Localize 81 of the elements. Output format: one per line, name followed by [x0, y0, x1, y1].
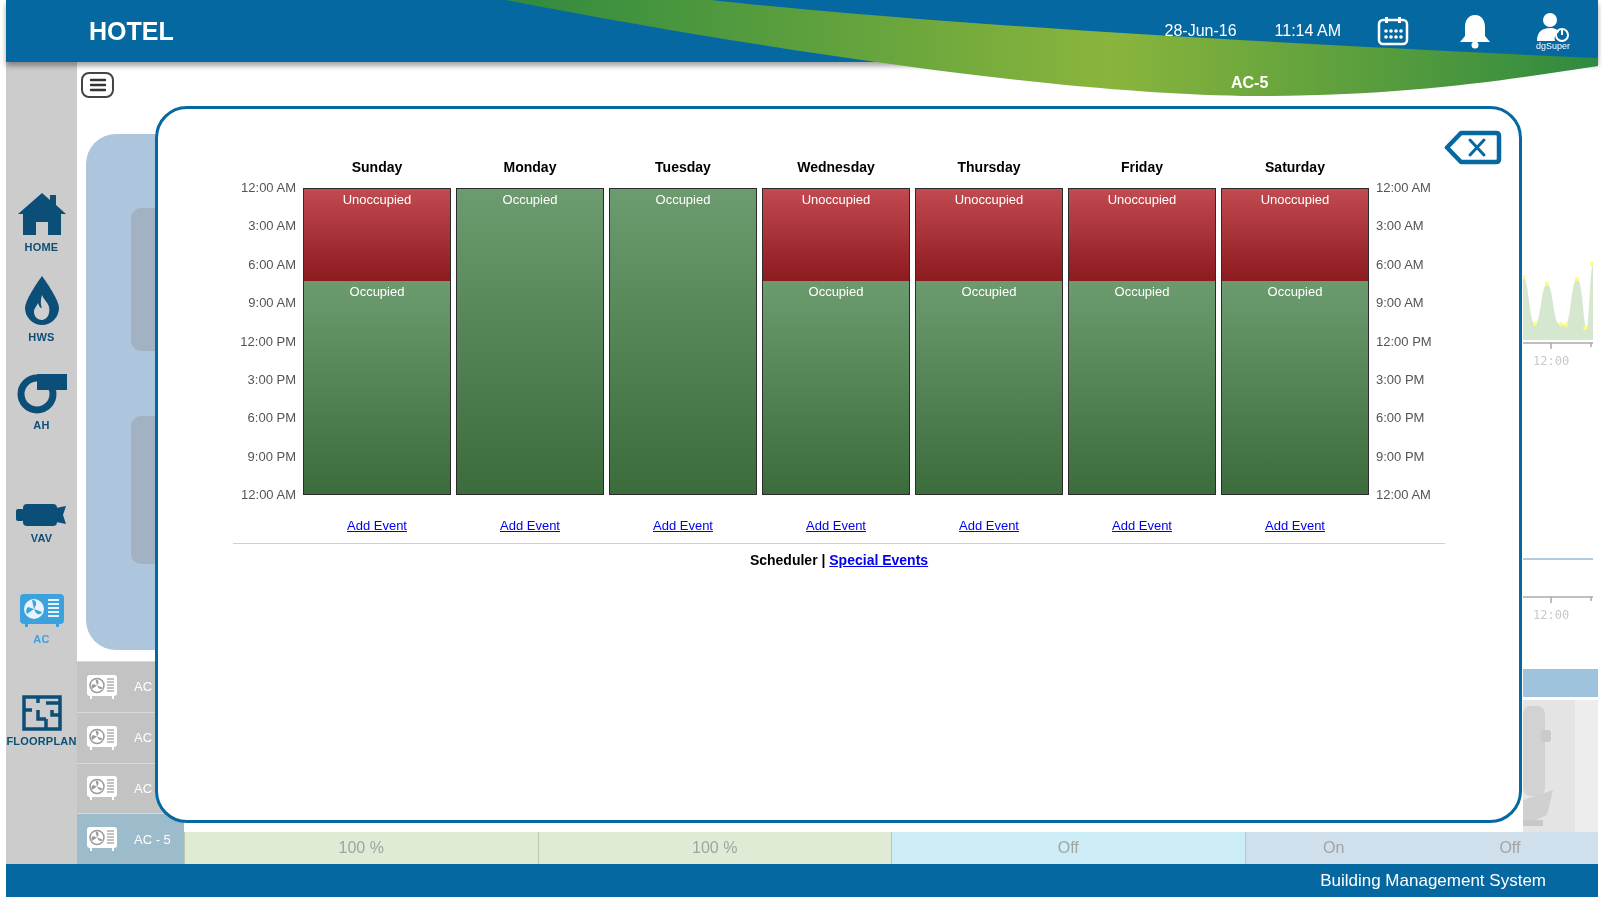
sidebar-item[interactable]: HOME [6, 147, 77, 259]
schedule-event[interactable]: Occupied [457, 189, 603, 494]
schedule-event[interactable]: Unoccupied [916, 189, 1062, 281]
day-header: Saturday [1264, 158, 1326, 177]
time-label: 9:00 PM [1376, 448, 1425, 465]
schedule-event[interactable]: Unoccupied [1069, 189, 1215, 281]
schedule-event[interactable]: Unoccupied [1222, 189, 1368, 281]
user-icon[interactable] [1536, 11, 1570, 42]
app-title: HOTEL [89, 16, 175, 46]
day-header: Monday [502, 158, 558, 177]
time-label: 3:00 PM [247, 371, 296, 388]
trend-line [1523, 558, 1593, 560]
duct-icon [15, 502, 68, 528]
calendar-icon[interactable] [1376, 16, 1409, 46]
time-text: 11:14 AM [1274, 22, 1341, 40]
schedule-event[interactable]: Occupied [763, 280, 909, 494]
ac-unit-icon [86, 673, 118, 700]
time-label: 12:00 PM [1376, 333, 1432, 350]
time-label: 9:00 AM [248, 295, 296, 312]
schedule-event[interactable]: Occupied [1069, 280, 1215, 494]
time-label: 9:00 PM [247, 448, 296, 465]
sidebar-item[interactable]: HWS [6, 259, 77, 349]
time-label: 12:00 AM [1376, 180, 1431, 196]
floorplan-icon [21, 695, 62, 731]
add-event-link[interactable]: Add Event [959, 518, 1019, 533]
time-label: 3:00 AM [1376, 218, 1424, 235]
add-event-link[interactable]: Add Event [653, 518, 713, 533]
time-label: 12:00 AM [241, 180, 296, 196]
ac-unit-icon [86, 826, 118, 853]
footer-text: Building Management System [1320, 870, 1546, 891]
status-value: 100 % [692, 839, 738, 857]
sidebar-item[interactable]: FLOORPLAN [6, 651, 77, 753]
axis-line [1523, 342, 1593, 350]
day-header: Wednesday [796, 158, 876, 177]
schedule-event[interactable]: Occupied [916, 280, 1062, 494]
ac-unit-icon [18, 593, 65, 629]
menu-icon [88, 78, 107, 92]
time-label: 9:00 AM [1376, 295, 1424, 312]
add-event-link[interactable]: Add Event [1265, 518, 1325, 533]
time-label: 3:00 AM [248, 218, 296, 235]
time-label: 6:00 PM [247, 410, 296, 427]
sidebar-item[interactable]: AH [6, 349, 77, 437]
day-header: Tuesday [654, 158, 712, 177]
add-event-link[interactable]: Add Event [806, 518, 866, 533]
schedule-event[interactable]: Occupied [610, 189, 756, 494]
home-icon [16, 191, 67, 237]
bell-icon[interactable] [1457, 13, 1492, 49]
schedule-event[interactable]: Unoccupied [763, 189, 909, 281]
add-event-link[interactable]: Add Event [347, 518, 407, 533]
day-header: Sunday [350, 158, 404, 177]
user-name: dgSuper [1535, 40, 1570, 51]
ac-unit-icon [86, 724, 118, 751]
status-value: On [1323, 839, 1345, 857]
add-event-link[interactable]: Add Event [1112, 518, 1172, 533]
time-label: 6:00 AM [1376, 256, 1424, 273]
time-label: 12:00 AM [241, 487, 296, 503]
schedule-event[interactable]: Occupied [304, 280, 450, 494]
menu-button[interactable] [81, 72, 114, 98]
time-label: 12:00 PM [240, 333, 296, 350]
device-title: AC-5 [1231, 74, 1269, 92]
date-text: 28-Jun-16 [1164, 22, 1237, 40]
time-label: 12:00 AM [1376, 487, 1431, 503]
day-header: Thursday [956, 158, 1022, 177]
status-value: Off [1499, 839, 1521, 857]
close-icon[interactable] [1444, 130, 1502, 165]
status-value: 100 % [338, 839, 384, 857]
add-event-link[interactable]: Add Event [500, 518, 560, 533]
time-label: 6:00 AM [248, 256, 296, 273]
time-label: 6:00 PM [1376, 410, 1425, 427]
blower-icon [15, 371, 68, 415]
day-header: Friday [1120, 158, 1164, 177]
ac-unit-icon [86, 775, 118, 802]
special-events-link[interactable]: Special Events [829, 552, 929, 568]
sidebar-item[interactable]: VAV [6, 437, 77, 550]
schedule-event[interactable]: Unoccupied [304, 189, 450, 281]
time-label: 3:00 PM [1376, 371, 1425, 388]
schedule-event[interactable]: Occupied [1222, 280, 1368, 494]
status-value: Off [1057, 839, 1079, 857]
axis-line [1523, 596, 1593, 604]
scheduler-label: Scheduler | [749, 552, 826, 568]
flame-drop-icon [22, 275, 61, 327]
